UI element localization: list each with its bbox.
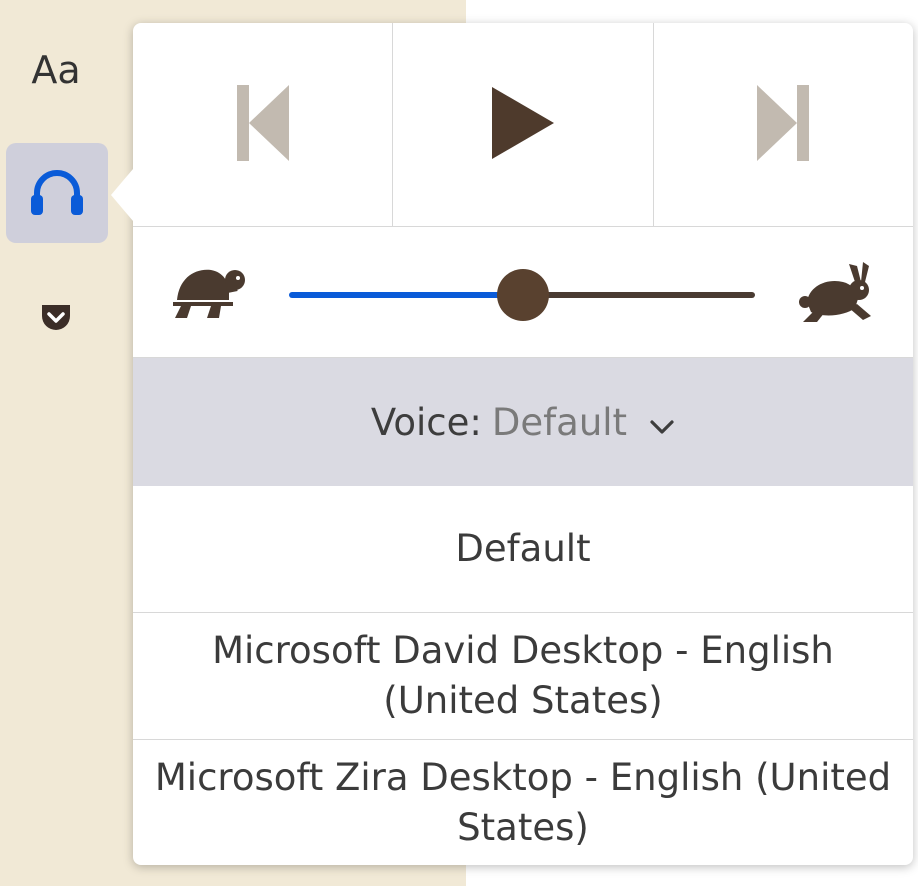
voice-option-david[interactable]: Microsoft David Desktop - English (Unite… bbox=[133, 613, 913, 740]
voice-label: Voice: bbox=[370, 400, 482, 444]
pocket-icon bbox=[39, 302, 73, 338]
play-icon bbox=[490, 85, 556, 165]
chevron-down-icon bbox=[649, 401, 675, 444]
play-button[interactable] bbox=[392, 23, 652, 226]
text-settings-button[interactable]: Aa bbox=[6, 40, 106, 100]
voice-options-list: Default Microsoft David Desktop - Englis… bbox=[133, 486, 913, 865]
voice-option-zira[interactable]: Microsoft Zira Desktop - English (United… bbox=[133, 740, 913, 865]
skip-forward-button[interactable] bbox=[652, 23, 913, 226]
turtle-icon bbox=[171, 262, 249, 326]
skip-back-icon bbox=[235, 83, 291, 167]
narrate-popup: Voice: Default Default Microsoft David D… bbox=[111, 23, 913, 865]
voice-option-label: Microsoft Zira Desktop - English (United… bbox=[154, 755, 892, 849]
voice-option-label: Microsoft David Desktop - English (Unite… bbox=[212, 629, 834, 722]
narrate-button[interactable] bbox=[6, 143, 108, 243]
skip-back-button[interactable] bbox=[133, 23, 392, 226]
text-settings-label: Aa bbox=[31, 48, 81, 92]
headphones-icon bbox=[29, 165, 85, 221]
voice-option-label: Default bbox=[455, 527, 591, 570]
save-to-pocket-button[interactable] bbox=[28, 292, 84, 348]
voice-option-default[interactable]: Default bbox=[133, 486, 913, 613]
voice-select[interactable]: Voice: Default bbox=[133, 358, 913, 486]
playback-controls bbox=[133, 23, 913, 227]
rate-slider-track[interactable] bbox=[521, 292, 755, 298]
popup-arrow bbox=[111, 169, 133, 221]
speech-rate-row bbox=[133, 228, 913, 358]
voice-selected-value: Default bbox=[491, 400, 628, 444]
rate-slider-fill bbox=[289, 292, 523, 298]
skip-forward-icon bbox=[755, 83, 811, 167]
rabbit-icon bbox=[797, 262, 877, 330]
sidebar-background bbox=[0, 0, 120, 886]
rate-slider-thumb[interactable] bbox=[497, 269, 549, 321]
